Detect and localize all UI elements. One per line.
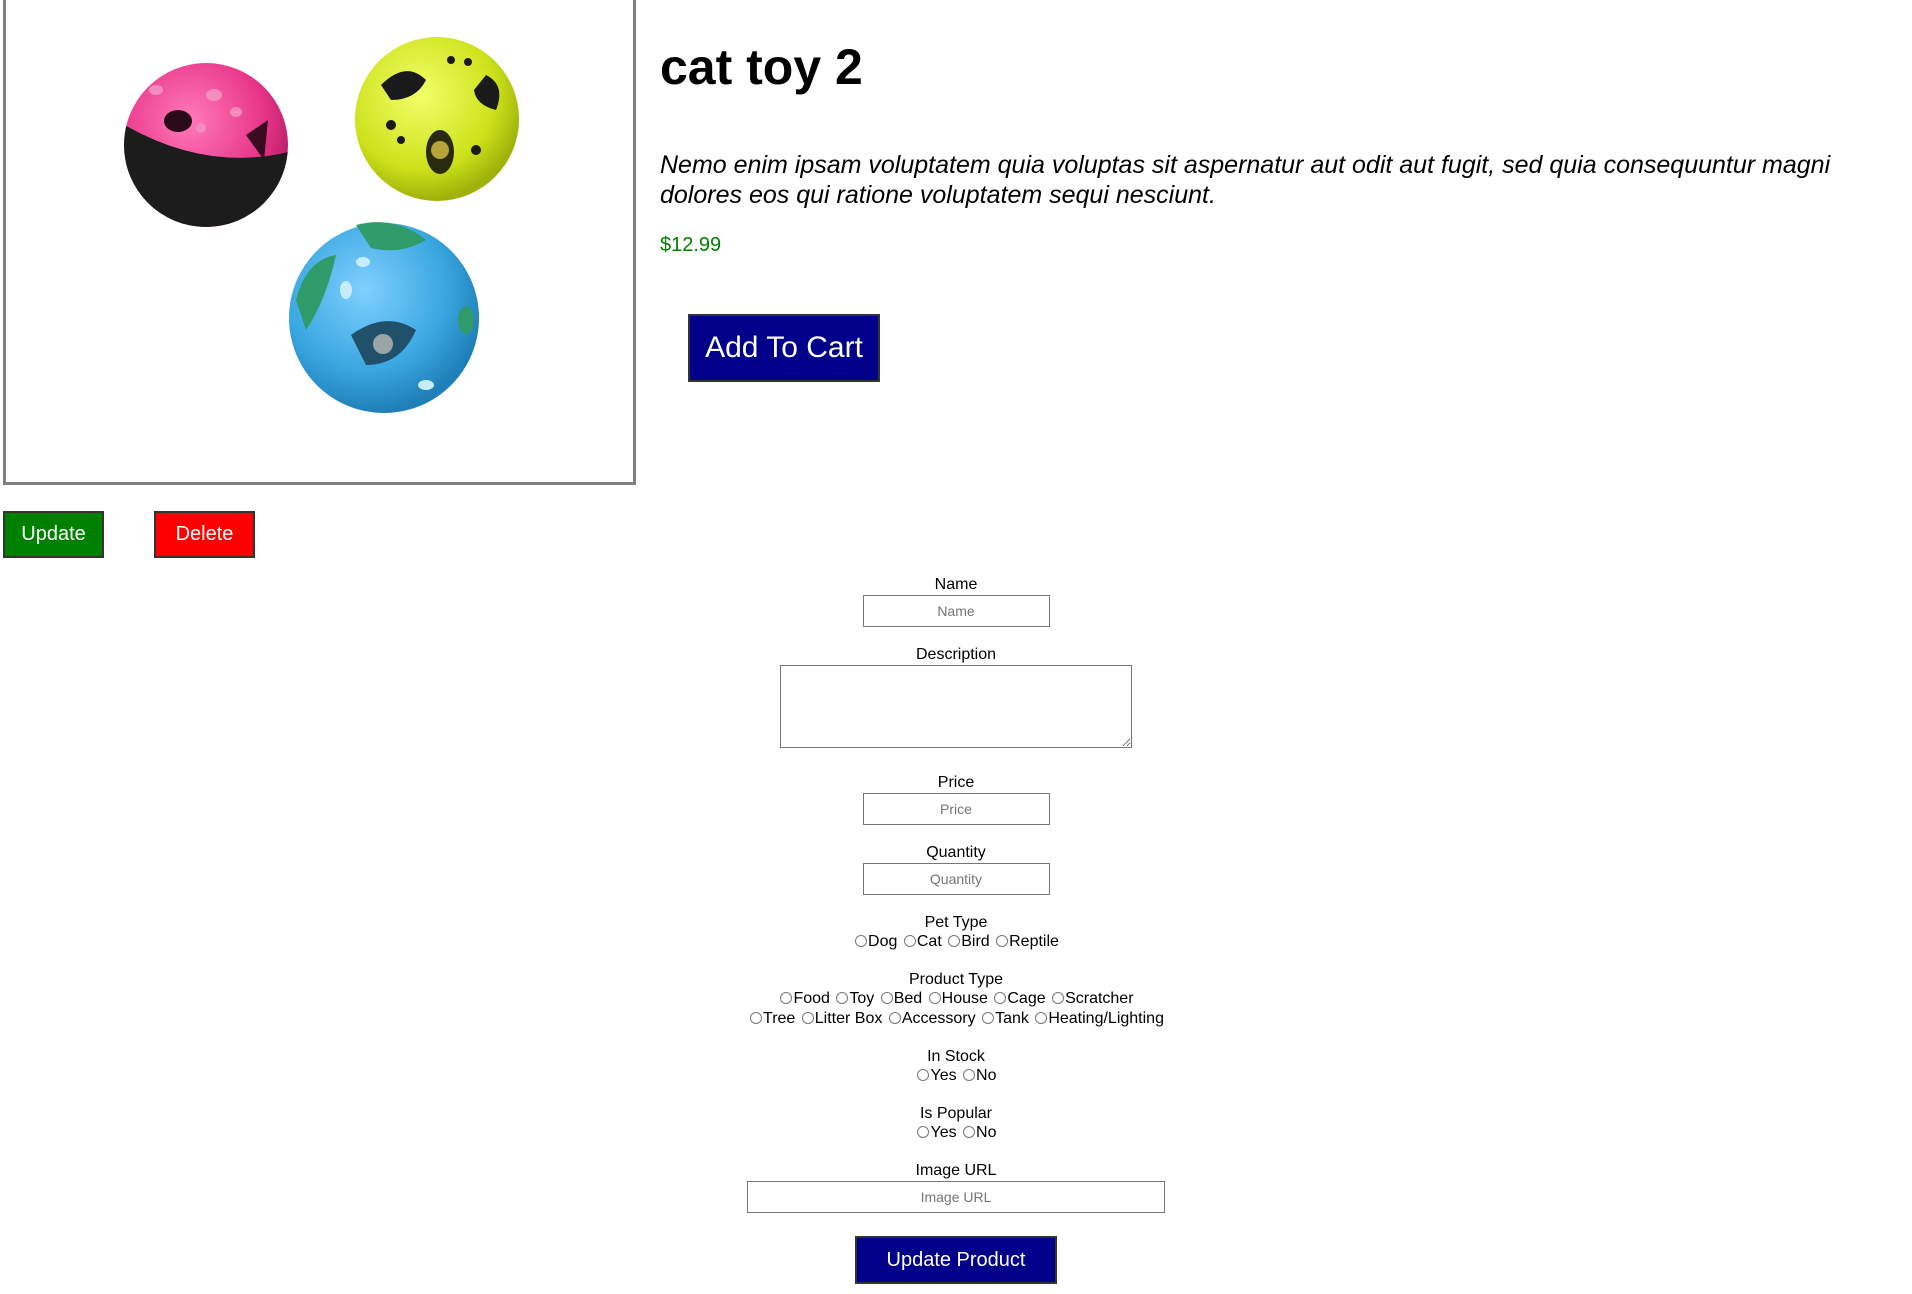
- pet-type-radio-bird[interactable]: [948, 935, 961, 947]
- product-type-option-tree[interactable]: Tree: [748, 1010, 795, 1027]
- price-label: Price: [937, 774, 975, 791]
- pet-type-radio-cat[interactable]: [903, 935, 916, 947]
- product-type-option-tank[interactable]: Tank: [980, 1010, 1029, 1027]
- quantity-input[interactable]: [862, 863, 1050, 895]
- update-product-form: Name Description Price Quantity Pet Type…: [0, 576, 1912, 1284]
- pet-type-option-cat[interactable]: Cat: [902, 933, 942, 950]
- description-textarea[interactable]: [780, 665, 1132, 748]
- product-type-radio-scratcher[interactable]: [1052, 992, 1065, 1004]
- pet-type-radio-reptile[interactable]: [996, 935, 1009, 947]
- product-type-option-heating-lighting[interactable]: Heating/Lighting: [1033, 1010, 1164, 1027]
- name-label: Name: [934, 576, 978, 593]
- in-stock-radio-yes[interactable]: [917, 1069, 930, 1081]
- in-stock-radio-no[interactable]: [963, 1069, 976, 1081]
- product-title: cat toy 2: [660, 39, 863, 95]
- name-input[interactable]: [862, 595, 1050, 627]
- is-popular-label: Is Popular: [919, 1105, 993, 1122]
- product-type-options-row-1: Food Toy Bed House Cage Scratcher: [0, 989, 1912, 1009]
- update-product-button[interactable]: Update Product: [855, 1236, 1057, 1284]
- delete-button[interactable]: Delete: [154, 511, 255, 558]
- product-page: cat toy 2 Nemo enim ipsam voluptatem qui…: [0, 0, 1912, 1294]
- is-popular-options: Yes No: [0, 1123, 1912, 1143]
- product-type-option-scratcher[interactable]: Scratcher: [1050, 990, 1134, 1007]
- price-input[interactable]: [862, 793, 1050, 825]
- lime-ball: [355, 37, 519, 201]
- pet-type-option-dog[interactable]: Dog: [853, 933, 897, 950]
- product-type-radio-tank[interactable]: [982, 1012, 995, 1024]
- product-type-label: Product Type: [909, 971, 1003, 988]
- add-to-cart-button[interactable]: Add To Cart: [688, 314, 880, 382]
- image-url-label: Image URL: [915, 1162, 997, 1179]
- pet-type-option-bird[interactable]: Bird: [946, 933, 990, 950]
- product-type-radio-bed[interactable]: [880, 992, 893, 1004]
- image-url-input[interactable]: [747, 1181, 1165, 1213]
- in-stock-label: In Stock: [927, 1048, 985, 1065]
- product-type-options-row-2: Tree Litter Box Accessory Tank Heating/L…: [0, 1009, 1912, 1029]
- product-type-radio-accessory[interactable]: [888, 1012, 901, 1024]
- quantity-label: Quantity: [926, 844, 986, 861]
- pet-type-label: Pet Type: [924, 914, 988, 931]
- product-image: [3, 0, 636, 485]
- product-type-radio-toy[interactable]: [836, 992, 849, 1004]
- is-popular-radio-yes[interactable]: [917, 1126, 930, 1138]
- product-type-radio-tree[interactable]: [750, 1012, 763, 1024]
- product-type-option-house[interactable]: House: [927, 990, 988, 1007]
- product-type-option-food[interactable]: Food: [778, 990, 830, 1007]
- product-type-radio-food[interactable]: [780, 992, 793, 1004]
- description-label: Description: [915, 646, 997, 663]
- product-type-option-bed[interactable]: Bed: [879, 990, 922, 1007]
- pink-ball: [124, 63, 288, 227]
- blue-ball: [289, 222, 479, 413]
- is-popular-radio-no[interactable]: [963, 1126, 976, 1138]
- product-type-option-accessory[interactable]: Accessory: [887, 1010, 976, 1027]
- product-price: $12.99: [660, 234, 722, 256]
- product-type-radio-cage[interactable]: [994, 992, 1007, 1004]
- is-popular-option-no[interactable]: No: [961, 1124, 997, 1141]
- product-type-radio-litter-box[interactable]: [801, 1012, 814, 1024]
- in-stock-option-yes[interactable]: Yes: [915, 1067, 957, 1084]
- product-type-radio-house[interactable]: [928, 992, 941, 1004]
- product-type-option-litter-box[interactable]: Litter Box: [800, 1010, 882, 1027]
- pet-type-options: Dog Cat Bird Reptile: [0, 932, 1912, 952]
- pet-type-radio-dog[interactable]: [855, 935, 868, 947]
- in-stock-option-no[interactable]: No: [961, 1067, 997, 1084]
- product-type-option-cage[interactable]: Cage: [992, 990, 1046, 1007]
- product-type-option-toy[interactable]: Toy: [834, 990, 874, 1007]
- in-stock-options: Yes No: [0, 1066, 1912, 1086]
- product-type-radio-heating-lighting[interactable]: [1035, 1012, 1048, 1024]
- product-description: Nemo enim ipsam voluptatem quia voluptas…: [660, 151, 1831, 209]
- is-popular-option-yes[interactable]: Yes: [915, 1124, 957, 1141]
- update-button[interactable]: Update: [3, 511, 104, 558]
- pet-type-option-reptile[interactable]: Reptile: [994, 933, 1059, 950]
- cat-toy-balls-illustration: [124, 37, 519, 413]
